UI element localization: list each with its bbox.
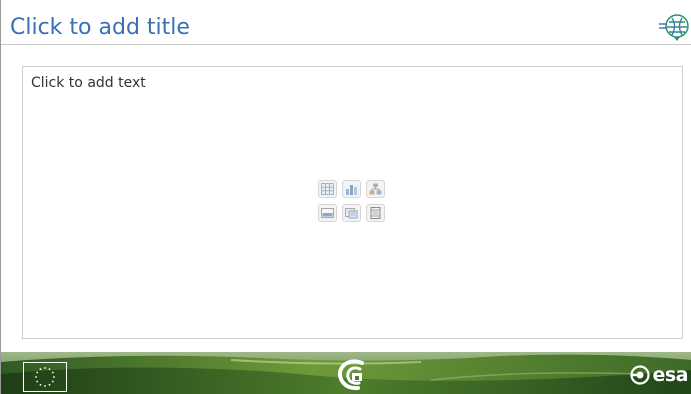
content-placeholder[interactable]: Click to add text [22, 66, 683, 339]
content-placeholder-text: Click to add text [31, 75, 146, 91]
insert-chart-icon[interactable] [342, 180, 361, 198]
slide-canvas: Click to add title Click to add text esa [0, 0, 691, 394]
agency-logo-icon [332, 357, 372, 391]
insert-content-icons [318, 180, 388, 226]
insert-table-icon[interactable] [318, 180, 337, 198]
project-logo-icon [647, 14, 691, 42]
esa-wordmark: esa [652, 364, 688, 386]
slide-title-placeholder[interactable]: Click to add title [10, 14, 190, 42]
insert-picture-icon[interactable] [318, 204, 337, 222]
insert-clipart-icon[interactable] [342, 204, 361, 222]
eu-flag-icon [23, 362, 67, 392]
insert-smartart-icon[interactable] [366, 180, 385, 198]
footer-banner: esa [1, 352, 691, 394]
title-divider [1, 44, 691, 45]
esa-logo: esa [630, 364, 688, 386]
insert-media-icon[interactable] [366, 204, 385, 222]
esa-emblem-icon [630, 365, 651, 385]
